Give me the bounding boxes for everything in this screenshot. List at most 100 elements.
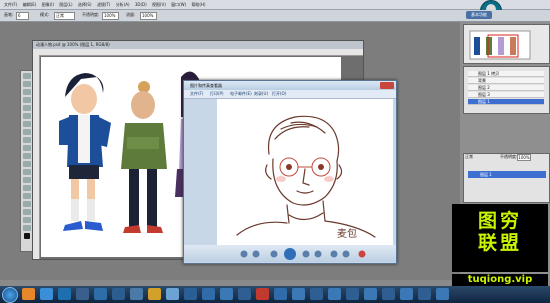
taskbar-app-icon[interactable] [202, 288, 215, 300]
viewer-menu-open[interactable]: 打开(O) [272, 90, 286, 98]
marquee-tool-icon[interactable] [23, 81, 31, 87]
watermark-line2: 联盟 [477, 232, 522, 254]
taskbar-app-icon[interactable] [328, 288, 341, 300]
foreground-color-swatch[interactable] [24, 233, 30, 239]
menu-filter[interactable]: 滤镜(T) [97, 0, 111, 9]
shape-tool-icon[interactable] [23, 209, 31, 215]
taskbar-app-icon[interactable] [238, 288, 251, 300]
brush-tool-icon[interactable] [23, 129, 31, 135]
document-tab[interactable]: 动漫人物.psd @ 100% (图层 1, RGB/8) [33, 41, 363, 49]
taskbar-app-icon[interactable] [94, 288, 107, 300]
stamp-tool-icon[interactable] [23, 137, 31, 143]
vertical-ruler [33, 55, 40, 259]
dodge-tool-icon[interactable] [23, 177, 31, 183]
pen-tool-icon[interactable] [23, 185, 31, 191]
opacity-label: 不透明度: [82, 12, 100, 17]
text-tool-icon[interactable] [23, 193, 31, 199]
taskbar-app-icon[interactable] [274, 288, 287, 300]
menu-view[interactable]: 视图(V) [152, 0, 166, 9]
layer-options-panel [463, 153, 550, 203]
taskbar-app-icon[interactable] [418, 288, 431, 300]
layer-row[interactable]: 背景 [468, 78, 544, 84]
taskbar-app-icon[interactable] [436, 288, 449, 300]
firefox-icon[interactable] [22, 288, 35, 300]
workspace-button[interactable]: 基本功能 [466, 11, 492, 19]
layer-row[interactable]: 图层 1 拷贝 [468, 71, 544, 77]
taskbar-app-icon[interactable] [130, 288, 143, 300]
lasso-tool-icon[interactable] [23, 89, 31, 95]
menu-image[interactable]: 图像(I) [42, 0, 54, 9]
menu-help[interactable]: 帮助(H) [191, 0, 205, 9]
menu-layer[interactable]: 图层(L) [59, 0, 72, 9]
menu-edit[interactable]: 编辑(E) [23, 0, 37, 9]
brush-size-field[interactable]: 6 [16, 12, 29, 20]
heal-tool-icon[interactable] [23, 121, 31, 127]
layer-row[interactable]: 图层 2 [468, 85, 544, 91]
taskbar-app-icon[interactable] [346, 288, 359, 300]
menu-select[interactable]: 选择(S) [78, 0, 92, 9]
slideshow-icon[interactable] [284, 248, 296, 260]
wand-tool-icon[interactable] [23, 97, 31, 103]
rotate-left-icon[interactable] [330, 250, 338, 258]
taskbar-app-icon[interactable] [112, 288, 125, 300]
viewer-menu-print[interactable]: 打印(P) [210, 90, 224, 98]
taskbar-app-icon[interactable] [292, 288, 305, 300]
taskbar-app-icon[interactable] [256, 288, 269, 300]
taskbar-app-icon[interactable] [310, 288, 323, 300]
navigator-thumbnail [469, 30, 531, 60]
photoshop-icon[interactable] [58, 288, 71, 300]
taskbar [0, 286, 550, 303]
hand-tool-icon[interactable] [23, 217, 31, 223]
watermark-text: 图穷 联盟 [452, 204, 548, 262]
move-tool-icon[interactable] [23, 73, 31, 79]
navigator-panel [463, 24, 550, 64]
taskbar-app-icon[interactable] [148, 288, 161, 300]
layer-opacity-label: 不透明度: [500, 154, 518, 159]
viewer-menu-email[interactable]: 电子邮件(E) [230, 90, 252, 98]
blur-tool-icon[interactable] [23, 169, 31, 175]
mode-label: 模式: [40, 12, 50, 17]
viewer-titlebar[interactable]: 图片和传真查看器 [184, 81, 396, 90]
menu-window[interactable]: 窗口(W) [171, 0, 186, 9]
eraser-tool-icon[interactable] [23, 153, 31, 159]
delete-icon[interactable] [358, 250, 366, 258]
taskbar-app-icon[interactable] [184, 288, 197, 300]
flow-field[interactable]: 100% [140, 12, 157, 20]
prev-icon[interactable] [240, 250, 248, 258]
opacity-field[interactable]: 100% [102, 12, 119, 20]
layer-opacity-field[interactable]: 100% [517, 154, 531, 161]
next-icon[interactable] [252, 250, 260, 258]
zoom-in-icon[interactable] [302, 250, 310, 258]
blend-mode-select[interactable]: 正常 [465, 154, 473, 160]
layer-row-selected[interactable]: 图层 1 [468, 99, 544, 105]
path-select-icon[interactable] [23, 201, 31, 207]
taskbar-app-icon[interactable] [400, 288, 413, 300]
mode-select[interactable]: 正常 [54, 12, 75, 20]
menu-analysis[interactable]: 分析(A) [116, 0, 130, 9]
viewer-menu-file[interactable]: 文件(F) [190, 90, 203, 98]
zoom-out-icon[interactable] [314, 250, 322, 258]
menu-3d[interactable]: 3D(D) [135, 0, 147, 9]
viewer-menu-bar: 文件(F) 打印(P) 电子邮件(E) 刻录(U) 打开(O) [184, 90, 396, 99]
active-layer-row[interactable]: 图层 1 [468, 171, 546, 178]
history-brush-icon[interactable] [23, 145, 31, 151]
crop-tool-icon[interactable] [23, 105, 31, 111]
viewer-menu-burn[interactable]: 刻录(U) [254, 90, 268, 98]
start-button[interactable] [2, 287, 18, 303]
zoom-tool-icon[interactable] [23, 225, 31, 231]
layer-row[interactable]: 图层 3 [468, 92, 544, 98]
taskbar-app-icon[interactable] [382, 288, 395, 300]
gradient-tool-icon[interactable] [23, 161, 31, 167]
close-icon[interactable] [380, 82, 394, 89]
flow-label: 流量: [126, 12, 136, 17]
menu-file[interactable]: 文件(F) [4, 0, 17, 9]
eyedropper-tool-icon[interactable] [23, 113, 31, 119]
ie-icon[interactable] [40, 288, 53, 300]
taskbar-app-icon[interactable] [364, 288, 377, 300]
taskbar-app-icon[interactable] [166, 288, 179, 300]
explorer-icon[interactable] [76, 288, 89, 300]
character-girl-green-sweater [121, 81, 167, 233]
taskbar-app-icon[interactable] [220, 288, 233, 300]
best-fit-icon[interactable] [270, 250, 278, 258]
rotate-right-icon[interactable] [342, 250, 350, 258]
